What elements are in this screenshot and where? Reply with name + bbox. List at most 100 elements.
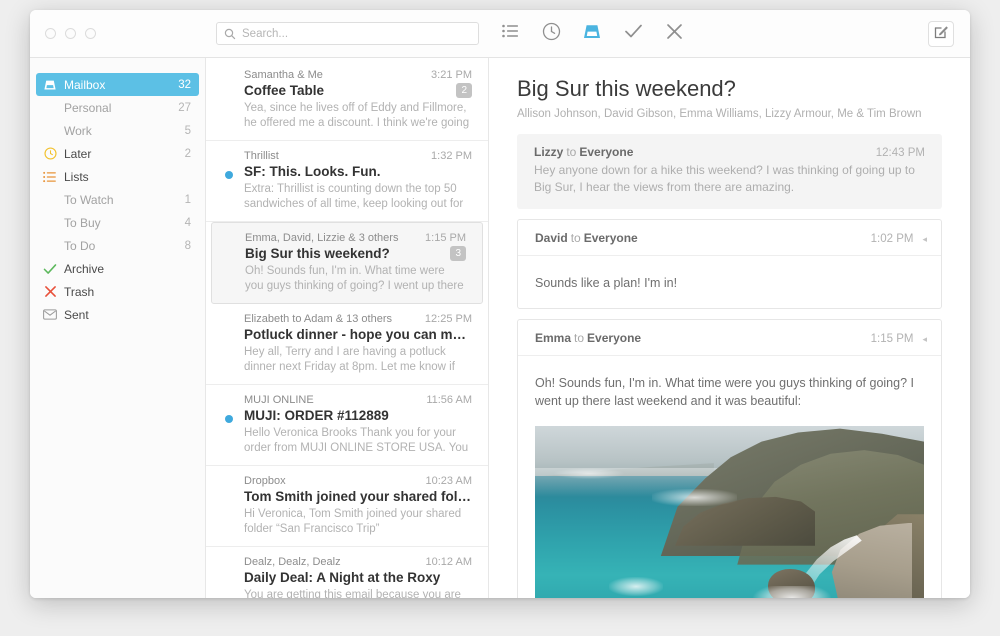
photo-wave-foam (554, 468, 624, 479)
clock-icon (42, 147, 58, 160)
check-icon (624, 23, 643, 44)
sidebar-item-to-do[interactable]: To Do 8 (36, 234, 199, 257)
sidebar-label: To Buy (64, 216, 185, 230)
sidebar-count: 8 (185, 240, 191, 252)
list-view-button[interactable] (499, 23, 521, 45)
sidebar-label: Trash (64, 285, 191, 299)
archive-button[interactable] (622, 23, 644, 45)
sidebar-label: Work (64, 124, 185, 138)
message-time: 1:02 PM (871, 233, 914, 245)
sidebar-item-lists[interactable]: Lists (36, 165, 199, 188)
sidebar-item-trash[interactable]: Trash (36, 280, 199, 303)
mail-subject: Potluck dinner - hope you can make it! (244, 327, 472, 342)
list-icon (502, 24, 519, 43)
message-expanded[interactable]: David to Everyone 1:02 PM ◂ Sounds like … (517, 219, 942, 309)
sidebar-label: To Watch (64, 193, 185, 207)
sidebar-item-archive[interactable]: Archive (36, 257, 199, 280)
sidebar-item-later[interactable]: Later 2 (36, 142, 199, 165)
sidebar-item-sent[interactable]: Sent (36, 303, 199, 326)
trash-button[interactable] (663, 23, 685, 45)
close-icon (666, 23, 683, 45)
close-button[interactable] (45, 28, 56, 39)
unread-indicator (225, 171, 233, 179)
inbox-icon (582, 23, 602, 45)
message-to-label: to (566, 145, 576, 159)
app-window: Mailbox 32 Personal 27 Work 5 (30, 10, 970, 598)
mail-sender: Dealz, Dealz, Dealz (244, 556, 420, 568)
mail-subject: Daily Deal: A Night at the Roxy (244, 570, 472, 585)
message-recipient: Everyone (579, 145, 633, 159)
compose-icon (934, 24, 949, 44)
sidebar-item-to-watch[interactable]: To Watch 1 (36, 188, 199, 211)
mail-time: 12:25 PM (419, 313, 472, 325)
sidebar-count: 1 (185, 194, 191, 206)
mail-preview: Oh! Sounds fun, I'm in. What time were y… (245, 264, 466, 293)
reading-pane: Big Sur this weekend? Allison Johnson, D… (489, 58, 970, 598)
mail-list-item-selected[interactable]: Emma, David, Lizzie & 3 others 1:15 PM B… (211, 222, 483, 304)
mail-list-item[interactable]: Samantha & Me 3:21 PM Coffee Table 2 Yea… (206, 60, 488, 141)
search-icon (224, 28, 236, 40)
message-recipient: Everyone (584, 231, 638, 245)
message-body: Oh! Sounds fun, I'm in. What time were y… (535, 374, 924, 410)
search-input[interactable] (242, 28, 471, 40)
message-collapsed[interactable]: Lizzy to Everyone 12:43 PM Hey anyone do… (517, 134, 942, 209)
sidebar-count: 32 (178, 79, 191, 91)
sidebar-label: Lists (64, 170, 191, 184)
mail-sender: Emma, David, Lizzie & 3 others (245, 232, 419, 244)
compose-button[interactable] (928, 21, 954, 47)
mail-list-item[interactable]: MUJI ONLINE 11:56 AM MUJI: ORDER #112889… (206, 385, 488, 466)
sidebar-label: Later (64, 147, 185, 161)
message-time: 12:43 PM (876, 147, 925, 159)
reply-arrow-icon[interactable]: ◂ (922, 234, 927, 245)
inbox-button[interactable] (581, 23, 603, 45)
mail-time: 1:32 PM (425, 150, 472, 162)
message-header: David to Everyone 1:02 PM ◂ (518, 220, 941, 256)
mail-list-item[interactable]: Dropbox 10:23 AM Tom Smith joined your s… (206, 466, 488, 547)
sidebar: Mailbox 32 Personal 27 Work 5 (30, 58, 206, 598)
message-header: Emma to Everyone 1:15 PM ◂ (518, 320, 941, 356)
mail-preview: You are getting this email because you a… (244, 588, 472, 598)
thread-participants: Allison Johnson, David Gibson, Emma Will… (517, 108, 942, 120)
sidebar-count: 27 (178, 102, 191, 114)
sidebar-label: Personal (64, 101, 178, 115)
mail-list-item[interactable]: Thrillist 1:32 PM SF: This. Looks. Fun. … (206, 141, 488, 222)
close-icon (42, 285, 58, 298)
envelope-icon (42, 309, 58, 320)
mail-time: 10:23 AM (420, 475, 472, 487)
message-body: Sounds like a plan! I'm in! (518, 256, 941, 308)
message-to-label: to (574, 331, 584, 345)
titlebar (30, 10, 970, 58)
message-expanded[interactable]: Emma to Everyone 1:15 PM ◂ Oh! Sounds fu… (517, 319, 942, 598)
photo-wave-foam (652, 489, 738, 506)
mail-list[interactable]: Samantha & Me 3:21 PM Coffee Table 2 Yea… (206, 58, 489, 598)
mail-preview: Extra: Thrillist is counting down the to… (244, 182, 472, 211)
mail-list-item[interactable]: Dealz, Dealz, Dealz 10:12 AM Daily Deal:… (206, 547, 488, 598)
big-sur-photo (535, 426, 924, 598)
photo-rock-foam (753, 586, 831, 598)
list-icon (42, 171, 58, 183)
message-time: 1:15 PM (871, 333, 914, 345)
snooze-later-button[interactable] (540, 23, 562, 45)
reply-arrow-icon[interactable]: ◂ (922, 334, 927, 345)
toolbar (489, 21, 970, 47)
sidebar-label: To Do (64, 239, 185, 253)
message-header: Lizzy to Everyone 12:43 PM (534, 145, 925, 159)
sidebar-item-work[interactable]: Work 5 (36, 119, 199, 142)
sidebar-label: Sent (64, 308, 191, 322)
sidebar-item-to-buy[interactable]: To Buy 4 (36, 211, 199, 234)
mail-sender: Dropbox (244, 475, 420, 487)
minimize-button[interactable] (65, 28, 76, 39)
message-sender: Emma (535, 331, 571, 345)
mail-count-badge: 3 (450, 246, 466, 261)
mail-time: 10:12 AM (420, 556, 472, 568)
mail-list-item[interactable]: Elizabeth to Adam & 13 others 12:25 PM P… (206, 304, 488, 385)
message-to-label: to (571, 231, 581, 245)
sidebar-item-personal[interactable]: Personal 27 (36, 96, 199, 119)
check-icon (42, 263, 58, 275)
sidebar-count: 5 (185, 125, 191, 137)
search-box[interactable] (216, 22, 479, 45)
mail-time: 3:21 PM (425, 69, 472, 81)
unread-indicator (225, 415, 233, 423)
maximize-button[interactable] (85, 28, 96, 39)
sidebar-item-mailbox[interactable]: Mailbox 32 (36, 73, 199, 96)
